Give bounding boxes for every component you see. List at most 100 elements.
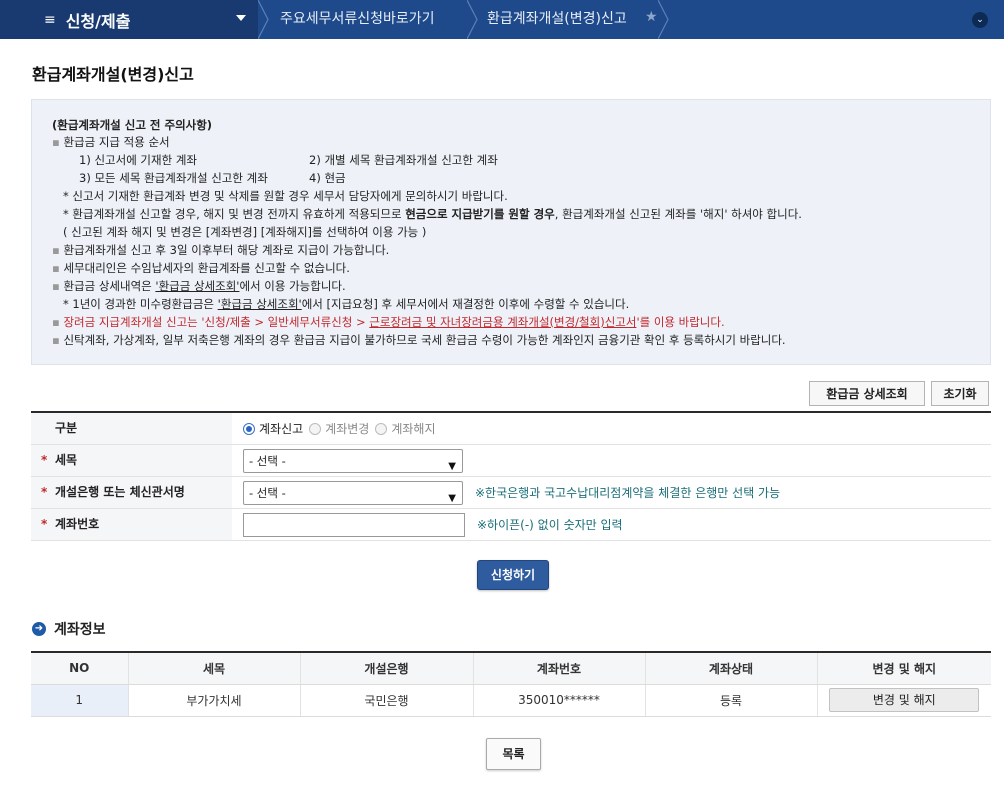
account-label: * 계좌번호	[31, 509, 232, 540]
notice-text: 장려금 지급계좌개설 신고는 '신청/제출 > 일반세무서류신청 >	[63, 315, 370, 329]
select-value: - 선택 -	[249, 485, 286, 500]
notice-text: * 환급계좌개설 신고할 경우, 해지 및 변경 전까지 유효하게 적용되므로	[63, 207, 406, 221]
hamburger-icon: ≡	[44, 11, 56, 28]
notice-item: ▪ 세무대리인은 수임납세자의 환급계좌를 신고할 수 없습니다.	[52, 261, 350, 275]
order-item-3: 3) 모든 세목 환급계좌개설 신고한 계좌	[79, 171, 268, 185]
notice-text: 신탁계좌, 가상계좌, 일부 저축은행 계좌의 경우 환급금 지급이 불가하므로…	[63, 333, 786, 347]
notice-item: ▪ 신탁계좌, 가상계좌, 일부 저축은행 계좌의 경우 환급금 지급이 불가하…	[52, 333, 786, 347]
reset-button[interactable]: 초기화	[931, 381, 989, 406]
account-form: 구분 계좌신고 계좌변경 계좌해지 * 세목 - 선택 - ▼ * 개설은행 또는 체…	[31, 411, 991, 541]
radio-cancel[interactable]: 계좌해지	[375, 420, 436, 437]
order-item-4: 4) 현금	[309, 171, 346, 185]
notice-sub-text: * 환급계좌개설 신고할 경우, 해지 및 변경 전까지 유효하게 적용되므로 …	[63, 205, 802, 223]
refund-detail-link[interactable]: '환급금 상세조회'	[155, 279, 239, 293]
required-mark: *	[41, 453, 48, 467]
breadcrumb-shortcut[interactable]: 주요세무서류신청바로가기	[280, 0, 435, 39]
notice-sub-text: ( 신고된 계좌 해지 및 변경은 [계좌변경] [계좌해지]를 선택하여 이용…	[63, 225, 427, 239]
breadcrumb-separator-icon	[658, 0, 669, 39]
radio-button[interactable]	[243, 422, 255, 435]
row-bank: 국민은행	[300, 684, 474, 717]
row-no: 1	[31, 684, 129, 717]
notice-text: 에서 [지급요청] 후 세무서에서 재결정한 이후에 수령할 수 있습니다.	[301, 297, 630, 311]
notice-text: 에서 이용 가능합니다.	[239, 279, 346, 293]
radio-label: 계좌변경	[325, 422, 370, 436]
column-header: 개설은행	[300, 652, 474, 685]
notice-text: 세무대리인은 수임납세자의 환급계좌를 신고할 수 없습니다.	[63, 261, 350, 275]
form-row-account: * 계좌번호 ※하이픈(-) 없이 숫자만 입력	[31, 509, 991, 541]
table-row: 1 부가가치세 국민은행 350010****** 등록 변경 및 해지	[31, 684, 991, 717]
change-cancel-button[interactable]: 변경 및 해지	[829, 688, 980, 712]
column-header: 변경 및 해지	[817, 652, 991, 685]
form-row-bank: * 개설은행 또는 체신관서명 - 선택 - ▼ ※한국은행과 국고수납대리점계약을 …	[31, 477, 991, 509]
notice-text: , 환급계좌개설 신고된 계좌를 '해지' 하셔야 합니다.	[554, 207, 802, 221]
radio-label: 계좌신고	[259, 422, 304, 436]
incentive-account-form-link[interactable]: 근로장려금 및 자녀장려금용 계좌개설(변경/철회)신고서	[369, 315, 636, 329]
notice-item: ▪ 환급금 지급 적용 순서	[52, 135, 170, 149]
tax-label: * 세목	[31, 445, 232, 476]
bank-hint: ※한국은행과 국고수납대리점계약을 체결한 은행만 선택 가능	[475, 486, 781, 500]
top-navigation-bar: ≡ 신청/제출 주요세무서류신청바로가기 환급계좌개설(변경)신고 ★ ⌄	[0, 0, 1004, 39]
bank-label: * 개설은행 또는 체신관서명	[31, 477, 232, 508]
tax-select[interactable]: - 선택 - ▼	[243, 448, 463, 473]
column-header: 세목	[128, 652, 301, 685]
account-number-input[interactable]	[243, 512, 465, 537]
select-arrow-icon: ▼	[448, 492, 456, 504]
notice-item: ▪ 환급금 상세내역은 '환급금 상세조회'에서 이용 가능합니다.	[52, 279, 346, 293]
bank-select[interactable]: - 선택 - ▼	[243, 480, 463, 505]
label-text: 세목	[55, 453, 78, 467]
row-action-cell: 변경 및 해지	[817, 684, 991, 717]
menu-title: 신청/제출	[65, 11, 131, 31]
breadcrumb-current[interactable]: 환급계좌개설(변경)신고	[487, 0, 627, 39]
expand-circle-icon[interactable]: ⌄	[972, 12, 988, 28]
notice-title: (환급계좌개설 신고 전 주의사항)	[52, 118, 213, 132]
notice-emphasis: 현금으로 지급받기를 원할 경우	[405, 207, 555, 221]
select-arrow-icon: ▼	[448, 460, 456, 472]
notice-item-warning: ▪ 장려금 지급계좌개설 신고는 '신청/제출 > 일반세무서류신청 > 근로장…	[52, 315, 725, 329]
breadcrumb-separator-icon	[467, 0, 478, 39]
notice-text: 환급금 지급 적용 순서	[63, 135, 170, 149]
radio-button[interactable]	[309, 422, 322, 435]
notice-box: (환급계좌개설 신고 전 주의사항) ▪ 환급금 지급 적용 순서 1) 신고서…	[31, 99, 991, 365]
order-item-1: 1) 신고서에 기재한 계좌	[79, 153, 197, 167]
notice-text: * 1년이 경과한 미수령환급금은	[63, 297, 218, 311]
order-item-2: 2) 개별 세목 환급계좌개설 신고한 계좌	[309, 153, 498, 167]
column-header: NO	[31, 652, 129, 685]
required-mark: *	[41, 485, 48, 499]
notice-sub-text: * 신고서 기재한 환급계좌 변경 및 삭제를 원할 경우 세무서 담당자에게 …	[63, 189, 508, 203]
section-title-text: 계좌정보	[54, 622, 106, 638]
refund-detail-link[interactable]: '환급금 상세조회'	[218, 297, 302, 311]
notice-sub-text: * 1년이 경과한 미수령환급금은 '환급금 상세조회'에서 [지급요청] 후 …	[63, 295, 629, 313]
radio-register[interactable]: 계좌신고	[243, 420, 303, 437]
radio-label: 계좌해지	[391, 422, 436, 436]
notice-text: 환급금 상세내역은	[63, 279, 156, 293]
breadcrumb-separator-icon	[258, 0, 269, 39]
form-row-type: 구분 계좌신고 계좌변경 계좌해지	[31, 413, 991, 445]
label-text: 계좌번호	[55, 517, 100, 531]
notice-text: '를 이용 바랍니다.	[636, 315, 725, 329]
form-row-tax: * 세목 - 선택 - ▼	[31, 445, 991, 477]
label-text: 개설은행 또는 체신관서명	[55, 485, 185, 499]
account-table: NO 세목 개설은행 계좌번호 계좌상태 변경 및 해지 1 부가가치세 국민은…	[31, 651, 991, 717]
notice-item: ▪ 환급계좌개설 신고 후 3일 이후부터 해당 계좌로 지급이 가능합니다.	[52, 243, 390, 257]
account-section-title: ➜ 계좌정보	[32, 619, 106, 639]
row-account: 350010******	[473, 684, 646, 717]
dropdown-caret-icon	[236, 15, 246, 21]
menu-dropdown[interactable]: ≡ 신청/제출	[0, 0, 258, 39]
submit-button[interactable]: 신청하기	[477, 560, 549, 590]
row-tax: 부가가치세	[128, 684, 301, 717]
type-label: 구분	[31, 413, 232, 444]
notice-text: 환급계좌개설 신고 후 3일 이후부터 해당 계좌로 지급이 가능합니다.	[63, 243, 390, 257]
required-mark: *	[41, 517, 48, 531]
list-button[interactable]: 목록	[486, 738, 541, 770]
row-status: 등록	[645, 684, 818, 717]
favorite-star-icon[interactable]: ★	[645, 9, 658, 25]
radio-change[interactable]: 계좌변경	[309, 420, 369, 437]
column-header: 계좌상태	[645, 652, 818, 685]
select-value: - 선택 -	[249, 453, 286, 468]
radio-button[interactable]	[375, 422, 388, 435]
page-title: 환급계좌개설(변경)신고	[32, 65, 194, 84]
arrow-circle-icon: ➜	[32, 622, 46, 636]
account-hint: ※하이픈(-) 없이 숫자만 입력	[477, 518, 623, 532]
refund-detail-button[interactable]: 환급금 상세조회	[809, 381, 925, 406]
column-header: 계좌번호	[473, 652, 646, 685]
